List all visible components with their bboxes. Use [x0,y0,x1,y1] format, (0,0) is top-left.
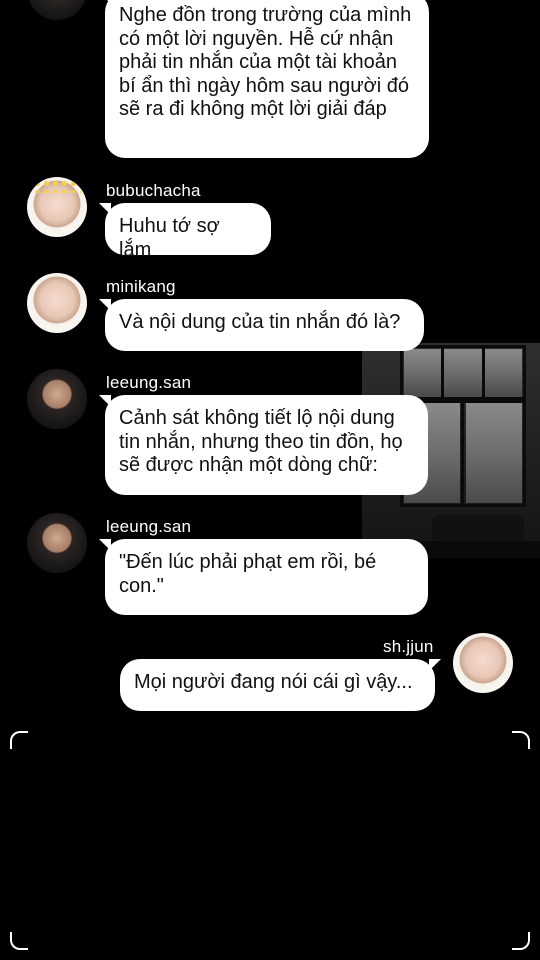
sender-name: leeung.san [106,517,192,536]
avatar[interactable] [27,273,87,333]
message-text: Huhu tớ sợ lắm [119,215,220,261]
message-bubble: Mọi người đang nói cái gì vậy... [120,659,441,711]
avatar[interactable] [27,369,87,429]
frame-corner [10,932,28,950]
message-text: "Đến lúc phải phạt em rồi, bé con." [119,551,377,597]
frame-corner [512,932,530,950]
message-bubble: Huhu tớ sợ lắm [99,203,271,261]
chat-screen: Nghe đồn trong trường của mình có một lờ… [0,0,540,960]
avatar[interactable] [453,633,513,693]
message-bubble: "Đến lúc phải phạt em rồi, bé con." [99,539,428,615]
sender-name: leeung.san [106,373,192,392]
message-text: Cảnh sát không tiết lộ nội dung tin nhắn… [119,407,403,476]
avatar[interactable] [27,177,87,237]
message-bubble: Và nội dung của tin nhắn đó là? [99,299,424,351]
message-text: Và nội dung của tin nhắn đó là? [119,311,401,333]
sender-name: bubuchacha [106,181,201,200]
message-text: Mọi người đang nói cái gì vậy... [134,671,413,693]
message-text: Nghe đồn trong trường của mình có một lờ… [119,4,412,120]
message-bubble: Cảnh sát không tiết lộ nội dung tin nhắn… [99,395,428,495]
sender-name: minikang [106,277,176,296]
message-bubble: Nghe đồn trong trường của mình có một lờ… [99,0,429,158]
avatar[interactable] [27,513,87,573]
frame-corner [10,731,28,749]
avatar[interactable] [27,0,87,20]
sender-name: sh.jjun [383,637,434,656]
frame-corner [512,731,530,749]
